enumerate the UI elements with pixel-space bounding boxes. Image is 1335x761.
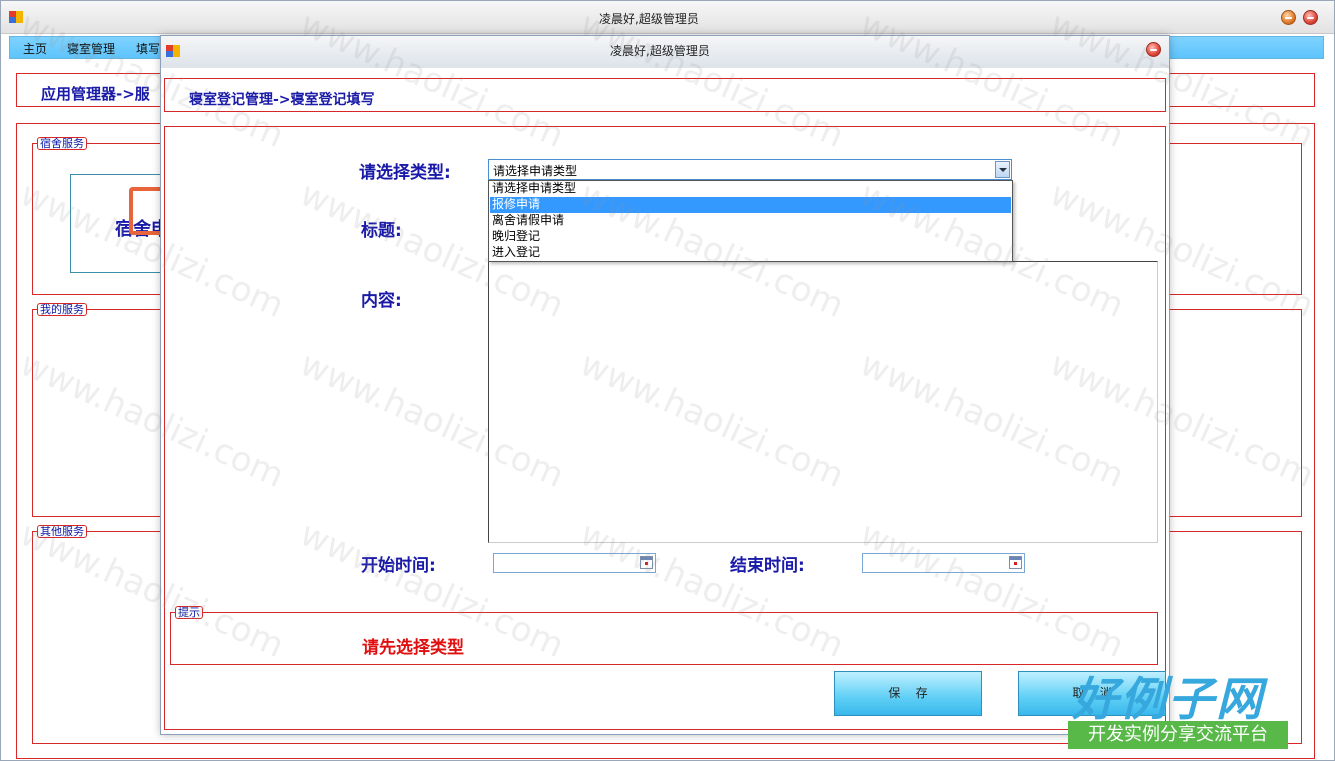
- calendar-icon[interactable]: [640, 556, 653, 569]
- type-option-repair[interactable]: 报修申请: [490, 197, 1011, 213]
- group-dorm-service-label: 宿舍服务: [37, 137, 87, 150]
- brand-title: 好例子网: [1072, 672, 1264, 726]
- content-label: 内容:: [361, 291, 402, 311]
- chevron-down-icon[interactable]: [995, 161, 1010, 178]
- registration-dialog: 凌晨好,超级管理员 寝室登记管理->寝室登记填写 请选择类型: 标题: 内容: …: [160, 35, 1170, 735]
- dialog-title: 凌晨好,超级管理员: [610, 44, 710, 58]
- brand-subtitle: 开发实例分享交流平台: [1068, 721, 1288, 749]
- type-select-value: 请选择申请类型: [493, 164, 578, 178]
- group-other-service-label: 其他服务: [37, 525, 87, 538]
- dialog-app-icon: [166, 45, 180, 57]
- app-icon: [9, 11, 23, 23]
- hint-text: 请先选择类型: [362, 638, 464, 658]
- dialog-body: 寝室登记管理->寝室登记填写 请选择类型: 标题: 内容: 开始时间: 结束时间…: [161, 68, 1169, 734]
- menu-item-fill[interactable]: 填写: [136, 40, 160, 57]
- main-window-title: 凌晨好,超级管理员: [599, 12, 699, 26]
- minimize-icon[interactable]: [1281, 10, 1296, 25]
- calendar-icon[interactable]: [1009, 556, 1022, 569]
- menu-item-home[interactable]: 主页: [23, 40, 47, 57]
- dialog-form-panel: 请选择类型: 标题: 内容: 开始时间: 结束时间: 请选择申请类型 请选择申请…: [164, 126, 1166, 730]
- title-label: 标题:: [361, 221, 402, 241]
- group-my-service-label: 我的服务: [37, 303, 87, 316]
- main-titlebar: 凌晨好,超级管理员: [1, 1, 1334, 34]
- close-icon[interactable]: [1303, 10, 1318, 25]
- content-textarea[interactable]: [488, 261, 1158, 543]
- type-option-late-return[interactable]: 晚归登记: [490, 229, 1011, 245]
- type-select[interactable]: 请选择申请类型: [488, 159, 1012, 180]
- save-button[interactable]: 保 存: [834, 671, 982, 716]
- type-option-entry[interactable]: 进入登记: [490, 245, 1011, 261]
- type-dropdown-list: 请选择申请类型 报修申请 离舍请假申请 晚归登记 进入登记: [488, 180, 1013, 262]
- hint-group: 请先选择类型: [170, 612, 1158, 665]
- type-label: 请选择类型:: [359, 163, 451, 183]
- menu-item-dorm-management[interactable]: 寝室管理: [67, 40, 115, 57]
- dialog-breadcrumb: 寝室登记管理->寝室登记填写: [189, 92, 375, 108]
- dorm-service-card[interactable]: 宿舍申: [70, 174, 170, 273]
- brand-logo: 好例子网 开发实例分享交流平台: [1068, 663, 1290, 755]
- start-time-picker[interactable]: [493, 553, 656, 573]
- end-time-label: 结束时间:: [730, 556, 805, 576]
- dialog-close-icon[interactable]: [1146, 42, 1161, 57]
- type-option-leave[interactable]: 离舍请假申请: [490, 213, 1011, 229]
- end-time-picker[interactable]: [862, 553, 1025, 573]
- main-breadcrumb: 应用管理器->服: [41, 85, 150, 103]
- dialog-breadcrumb-panel: 寝室登记管理->寝室登记填写: [164, 78, 1166, 112]
- dialog-titlebar: 凌晨好,超级管理员: [161, 36, 1169, 68]
- start-time-label: 开始时间:: [361, 556, 436, 576]
- hint-group-label: 提示: [175, 606, 203, 619]
- type-option-default[interactable]: 请选择申请类型: [490, 181, 1011, 197]
